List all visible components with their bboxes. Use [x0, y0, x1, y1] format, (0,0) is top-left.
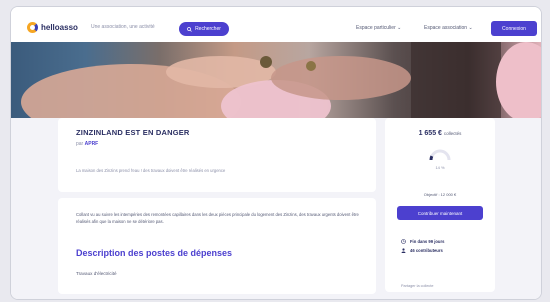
expenses-section-title: Description des postes de dépenses — [76, 248, 233, 258]
clock-icon — [401, 239, 406, 244]
share-link[interactable]: Partager la collecte — [401, 284, 434, 288]
days-left-text: Fin dans 99 jours — [410, 239, 445, 244]
progress-gauge-fill — [429, 155, 434, 161]
contributors-text: 46 contributeurs — [410, 248, 443, 253]
amount-value: 1 655 € — [418, 130, 442, 137]
amount-collected: 1 655 € collectés — [385, 130, 495, 137]
progress-gauge — [429, 149, 451, 161]
amount-label: collectés — [443, 131, 462, 136]
nav-espace-particulier-label: Espace particulier — [356, 25, 396, 31]
campaign-description-card: Collant vu au suivre les intempéries des… — [58, 198, 376, 294]
days-left: Fin dans 99 jours — [401, 239, 444, 244]
progress-percent: 14 % — [435, 165, 445, 170]
nav-espace-association[interactable]: Espace association ⌄ — [424, 25, 473, 31]
search-button[interactable]: Rechercher — [179, 22, 229, 36]
connect-button[interactable]: Connexion — [491, 21, 537, 36]
funding-goal: Objectif : 12 000 € — [423, 192, 457, 197]
campaign-intro: La maison des Zinzins prend l'eau ! des … — [76, 168, 226, 173]
campaign-byline: par APRF — [76, 141, 98, 147]
search-input[interactable]: Une association, une activité — [91, 24, 155, 30]
campaign-banner-image — [11, 42, 541, 118]
helloasso-logo-icon — [27, 22, 38, 33]
chevron-down-icon: ⌄ — [468, 25, 473, 31]
campaign-title: ZINZINLAND EST EN DANGER — [76, 128, 190, 137]
search-button-label: Rechercher — [195, 26, 221, 32]
contributors-count: 46 contributeurs — [401, 248, 443, 253]
user-icon — [401, 248, 406, 253]
logo-text: helloasso — [41, 23, 78, 32]
campaign-header-card: ZINZINLAND EST EN DANGER par APRF La mai… — [58, 118, 376, 192]
nav-espace-association-label: Espace association — [424, 25, 468, 31]
expenses-subsection: Travaux d'électricité — [76, 271, 117, 276]
nav-espace-particulier[interactable]: Espace particulier ⌄ — [356, 25, 401, 31]
byline-prefix: par — [76, 141, 84, 147]
chevron-down-icon: ⌄ — [397, 25, 402, 31]
contribute-button[interactable]: Contribuer maintenant — [397, 206, 483, 220]
funding-sidebar: 1 655 € collectés 14 % Objectif : 12 000… — [385, 118, 495, 292]
campaign-description: Collant vu au suivre les intempéries des… — [76, 212, 359, 224]
organizer-link[interactable]: APRF — [85, 141, 99, 147]
search-icon — [187, 26, 192, 32]
logo[interactable]: helloasso — [27, 22, 78, 33]
